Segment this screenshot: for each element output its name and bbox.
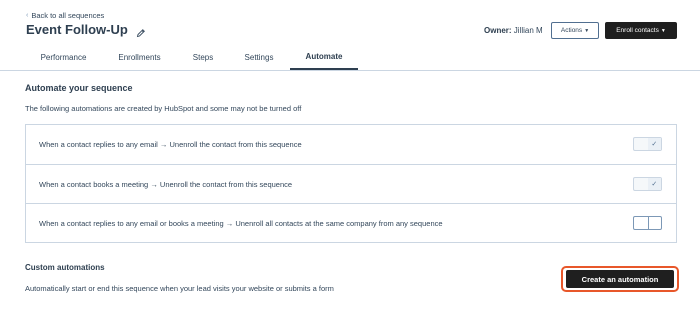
custom-automations-title: Custom automations [25,263,105,272]
enroll-contacts-label: Enroll contacts [616,27,659,34]
section-title: Automate your sequence [25,83,133,93]
owner-label: Owner: [484,26,512,35]
tab-performance[interactable]: Performance [26,45,101,70]
owner-info: Owner: Jillian M [484,26,543,35]
automation-row-text: When a contact replies to any email or b… [39,218,443,228]
actions-button[interactable]: Actions ▼ [551,22,599,39]
toggle-off-side [634,178,648,190]
automation-toggle[interactable]: ✓ [633,137,662,151]
caret-down-icon: ▼ [584,27,590,34]
checkmark-icon: ✓ [647,178,661,190]
checkmark-icon: ✓ [647,138,661,150]
back-link[interactable]: ‹ Back to all sequences [26,11,104,20]
section-description: The following automations are created by… [25,104,302,113]
tab-bar: Performance Enrollments Steps Settings A… [26,45,358,70]
automation-row: When a contact replies to any email → Un… [26,125,676,164]
tab-enrollments[interactable]: Enrollments [101,45,178,70]
automation-row-text: When a contact replies to any email → Un… [39,140,302,149]
tab-settings[interactable]: Settings [228,45,290,70]
page-title: Event Follow-Up [26,22,128,37]
enroll-contacts-button[interactable]: Enroll contacts ▼ [605,22,677,39]
chevron-left-icon: ‹ [26,12,29,19]
tab-label: Enrollments [118,53,161,62]
tab-automate[interactable]: Automate [290,45,358,70]
tab-label: Settings [244,53,274,62]
back-link-label: Back to all sequences [31,11,105,20]
tab-label: Steps [192,53,214,62]
create-automation-label: Create an automation [581,274,659,284]
caret-down-icon: ▼ [660,27,666,34]
actions-button-label: Actions [560,27,583,34]
automation-toggle[interactable]: ✓ [633,177,662,191]
toggle-off-side [634,138,648,150]
title-row: Event Follow-Up [26,22,146,37]
create-automation-highlight: Create an automation [561,266,679,292]
custom-automations-description: Automatically start or end this sequence… [25,284,334,293]
tab-label: Automate [305,52,343,61]
automation-toggle[interactable] [633,216,662,230]
owner-name: Jillian M [513,26,543,35]
toggle-off-side [634,217,648,229]
automation-list: When a contact replies to any email → Un… [25,124,677,243]
toggle-on-side [647,217,662,229]
tab-label: Performance [40,53,87,62]
tabs-divider [0,70,700,71]
pencil-icon[interactable] [136,25,146,37]
create-automation-button[interactable]: Create an automation [566,270,674,288]
automation-row-text: When a contact books a meeting → Unenrol… [39,179,293,189]
tab-steps[interactable]: Steps [178,45,228,70]
automation-row: When a contact books a meeting → Unenrol… [26,164,676,203]
automation-row: When a contact replies to any email or b… [26,203,676,242]
